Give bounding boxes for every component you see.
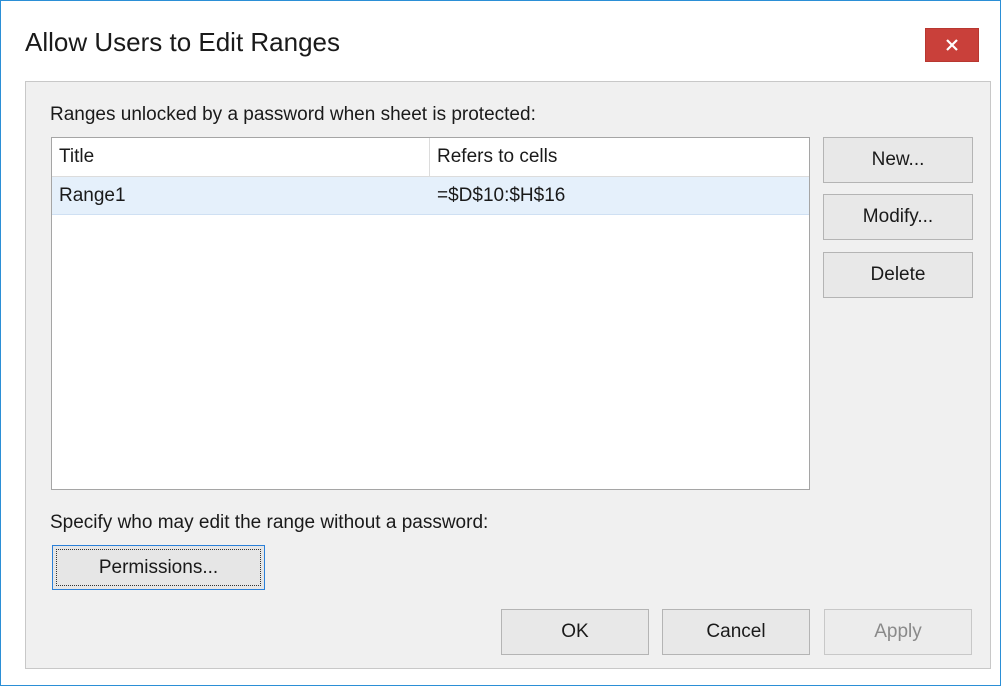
permissions-label: Specify who may edit the range without a…: [50, 512, 489, 533]
ranges-list[interactable]: Title Refers to cells Range1 =$D$10:$H$1…: [51, 137, 810, 490]
new-button[interactable]: New...: [823, 137, 973, 183]
dialog-title: Allow Users to Edit Ranges: [25, 27, 341, 57]
focus-rectangle: [56, 549, 261, 586]
close-icon: [946, 39, 958, 51]
list-header: Title Refers to cells: [52, 138, 809, 177]
close-button[interactable]: [925, 28, 979, 62]
dialog-window: Allow Users to Edit Ranges Ranges unlock…: [0, 0, 1001, 686]
column-header-refers-to[interactable]: Refers to cells: [430, 138, 809, 176]
apply-button[interactable]: Apply: [824, 609, 972, 655]
modify-button[interactable]: Modify...: [823, 194, 973, 240]
range-title-cell: Range1: [59, 185, 126, 206]
dialog-client-area: Ranges unlocked by a password when sheet…: [25, 81, 991, 669]
table-row[interactable]: Range1 =$D$10:$H$16: [52, 177, 809, 215]
delete-button[interactable]: Delete: [823, 252, 973, 298]
range-refers-cell: =$D$10:$H$16: [437, 185, 566, 206]
ranges-label: Ranges unlocked by a password when sheet…: [50, 104, 536, 125]
ok-button[interactable]: OK: [501, 609, 649, 655]
permissions-button[interactable]: Permissions...: [52, 545, 265, 590]
column-header-title[interactable]: Title: [52, 138, 430, 176]
cancel-button[interactable]: Cancel: [662, 609, 810, 655]
